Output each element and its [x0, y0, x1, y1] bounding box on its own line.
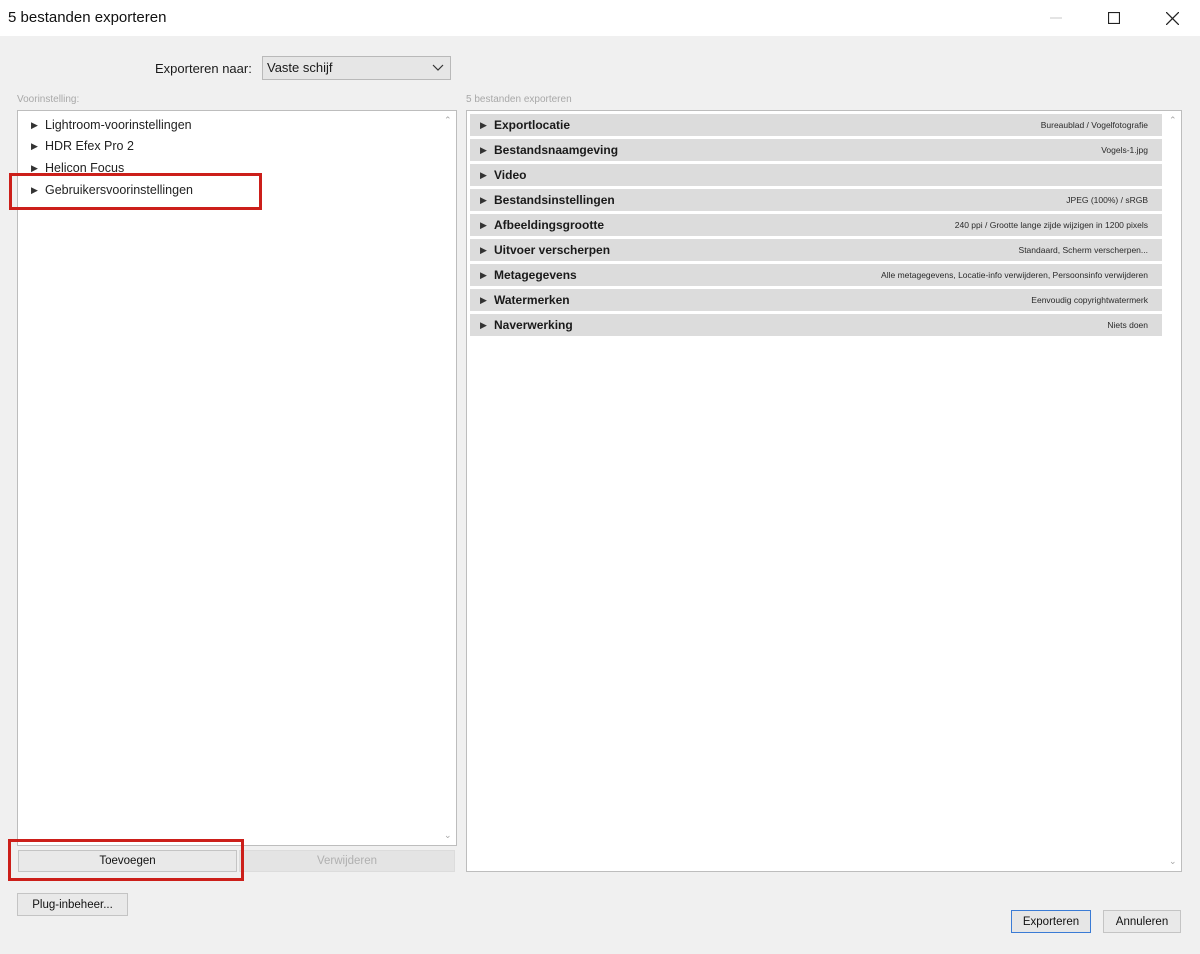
remove-preset-button[interactable]: Verwijderen	[239, 850, 455, 872]
preset-folder-lightroom[interactable]: ▶ Lightroom-voorinstellingen	[31, 115, 192, 135]
expand-arrow-icon: ▶	[480, 144, 487, 155]
export-settings-scrollbar[interactable]: ⌃ ⌄	[1168, 115, 1179, 867]
section-metadata[interactable]: ▶ Metagegevens Alle metagegevens, Locati…	[470, 264, 1162, 286]
section-summary: Standaard, Scherm verscherpen...	[1018, 245, 1148, 255]
section-file-naming[interactable]: ▶ Bestandsnaamgeving Vogels-1.jpg	[470, 139, 1162, 161]
chevron-down-icon	[432, 64, 444, 71]
title-bar: 5 bestanden exporteren	[0, 0, 1200, 36]
section-name: Naverwerking	[494, 318, 573, 332]
preset-folder-label: Lightroom-voorinstellingen	[45, 118, 192, 132]
section-name: Watermerken	[494, 293, 570, 307]
scroll-down-icon[interactable]: ⌄	[444, 830, 452, 841]
section-summary: 240 ppi / Grootte lange zijde wijzigen i…	[954, 220, 1148, 230]
section-name: Metagegevens	[494, 268, 577, 282]
section-watermarking[interactable]: ▶ Watermerken Eenvoudig copyrightwaterme…	[470, 289, 1162, 311]
minimize-icon	[1050, 17, 1062, 19]
section-summary: Vogels-1.jpg	[1101, 145, 1148, 155]
expand-arrow-icon: ▶	[480, 119, 487, 130]
section-file-settings[interactable]: ▶ Bestandsinstellingen JPEG (100%) / sRG…	[470, 189, 1162, 211]
section-name: Uitvoer verscherpen	[494, 243, 611, 257]
scroll-up-icon[interactable]: ⌃	[1169, 115, 1177, 126]
expand-arrow-icon: ▶	[480, 269, 487, 280]
expand-arrow-icon: ▶	[480, 194, 487, 205]
presets-scrollbar[interactable]: ⌃ ⌄	[443, 115, 454, 841]
highlight-user-presets	[9, 173, 262, 210]
section-video[interactable]: ▶ Video	[470, 164, 1162, 186]
section-name: Bestandsnaamgeving	[494, 143, 619, 157]
section-image-sizing[interactable]: ▶ Afbeeldingsgrootte 240 ppi / Grootte l…	[470, 214, 1162, 236]
section-summary: Bureaublad / Vogelfotografie	[1040, 120, 1148, 130]
preset-folder-hdr-efex[interactable]: ▶ HDR Efex Pro 2	[31, 136, 134, 156]
expand-arrow-icon: ▶	[31, 140, 38, 151]
export-to-select[interactable]: Vaste schijf	[262, 56, 451, 80]
close-icon	[1165, 11, 1179, 25]
expand-arrow-icon: ▶	[480, 294, 487, 305]
section-summary: Eenvoudig copyrightwatermerk	[1031, 295, 1148, 305]
section-summary: Alle metagegevens, Locatie-info verwijde…	[881, 270, 1148, 280]
preset-folder-label: HDR Efex Pro 2	[45, 139, 134, 153]
maximize-button[interactable]	[1086, 0, 1142, 36]
expand-arrow-icon: ▶	[480, 244, 487, 255]
expand-arrow-icon: ▶	[480, 319, 487, 330]
export-settings-label: 5 bestanden exporteren	[466, 94, 572, 105]
section-name: Video	[494, 168, 527, 182]
expand-arrow-icon: ▶	[480, 169, 487, 180]
section-name: Afbeeldingsgrootte	[494, 218, 604, 232]
section-post-processing[interactable]: ▶ Naverwerking Niets doen	[470, 314, 1162, 336]
close-button[interactable]	[1144, 0, 1200, 36]
section-name: Bestandsinstellingen	[494, 193, 615, 207]
export-to-value: Vaste schijf	[267, 60, 333, 75]
section-summary: JPEG (100%) / sRGB	[1066, 195, 1148, 205]
presets-label: Voorinstelling:	[17, 94, 80, 105]
expand-arrow-icon: ▶	[31, 119, 38, 130]
section-name: Exportlocatie	[494, 118, 571, 132]
section-output-sharpening[interactable]: ▶ Uitvoer verscherpen Standaard, Scherm …	[470, 239, 1162, 261]
export-button[interactable]: Exporteren	[1011, 910, 1091, 933]
minimize-button[interactable]	[1028, 0, 1084, 36]
window-title: 5 bestanden exporteren	[8, 9, 167, 26]
cancel-button[interactable]: Annuleren	[1103, 910, 1181, 933]
maximize-icon	[1108, 12, 1120, 24]
expand-arrow-icon: ▶	[480, 219, 487, 230]
expand-arrow-icon: ▶	[31, 162, 38, 173]
export-settings-panel: ▶ Exportlocatie Bureaublad / Vogelfotogr…	[466, 110, 1182, 872]
plugin-manager-button[interactable]: Plug-inbeheer...	[17, 893, 128, 916]
scroll-up-icon[interactable]: ⌃	[444, 115, 452, 126]
section-export-location[interactable]: ▶ Exportlocatie Bureaublad / Vogelfotogr…	[470, 114, 1162, 136]
presets-panel: ▶ Lightroom-voorinstellingen ▶ HDR Efex …	[17, 110, 457, 846]
highlight-add-button	[8, 839, 244, 881]
scroll-down-icon[interactable]: ⌄	[1169, 856, 1177, 867]
export-to-label: Exporteren naar:	[155, 61, 252, 76]
section-summary: Niets doen	[1107, 320, 1148, 330]
